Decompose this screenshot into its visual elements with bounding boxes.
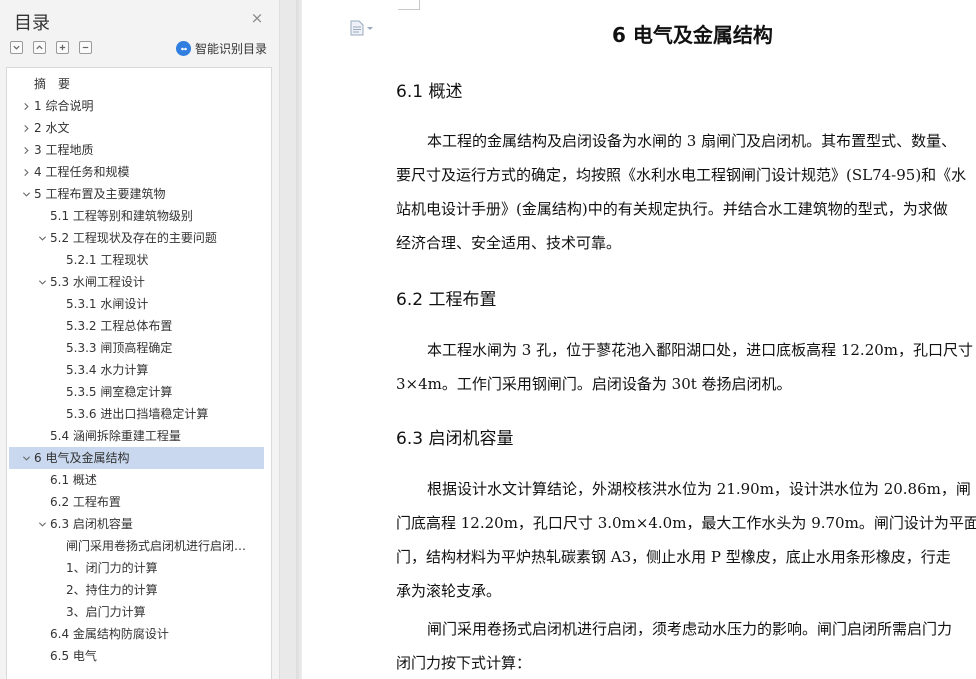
chevron-right-icon[interactable] xyxy=(20,117,32,139)
smart-toc-label: 智能识别目录 xyxy=(195,42,268,56)
toc-item[interactable]: 6.3 启闭机容量 xyxy=(9,513,264,535)
paragraph-line: 本工程的金属结构及启闭设备为水闸的 3 扇闸门及启闭机。其布置型式、数量、 xyxy=(427,132,957,150)
paragraph-line: 经济合理、安全适用、技术可靠。 xyxy=(396,234,622,252)
toc-item-label: 闸门采用卷扬式启闭机进行启闭，须考虑动水压力的影响。 xyxy=(66,539,256,553)
toc-item[interactable]: 5.3.4 水力计算 xyxy=(9,359,264,381)
toc-item-label: 1、闭门力的计算 xyxy=(66,561,158,575)
paragraph-line: 本工程水闸为 3 孔，位于蓼花池入鄱阳湖口处，进口底板高程 12.20m，孔口尺… xyxy=(427,341,974,359)
toc-item-label: 6.5 电气 xyxy=(50,649,97,663)
document-content: 6 电气及金属结构 6.1 概述本工程的金属结构及启闭设备为水闸的 3 扇闸门及启… xyxy=(302,0,976,679)
toc-item-label: 5.3.4 水力计算 xyxy=(66,363,149,377)
toc-item-label: 5.2 工程现状及存在的主要问题 xyxy=(50,231,217,245)
toc-item-label: 5.3.3 闸顶高程确定 xyxy=(66,341,173,355)
paragraph-line: 要尺寸及运行方式的确定，均按照《水利水电工程钢闸门设计规范》(SL74-95)和… xyxy=(396,166,967,184)
toc-item-label: 5.3.2 工程总体布置 xyxy=(66,319,173,333)
toc-item-label: 3、启门力计算 xyxy=(66,605,146,619)
paragraph-line: 闭门力按下式计算： xyxy=(396,654,532,672)
toc-tree: 摘 要 1 综合说明 2 水文 3 工程地质 4 工程任务和规模 5 工程布置及主要建筑物… xyxy=(6,67,272,679)
close-icon[interactable]: × xyxy=(249,10,265,26)
toc-item-label: 5.1 工程等别和建筑物级别 xyxy=(50,209,193,223)
chevron-right-icon[interactable] xyxy=(20,161,32,183)
toc-item-label: 6 电气及金属结构 xyxy=(34,451,130,465)
toc-item[interactable]: 5.2 工程现状及存在的主要问题 xyxy=(9,227,264,249)
chevron-down-icon[interactable] xyxy=(36,513,48,535)
toc-item-label: 5.3 水闸工程设计 xyxy=(50,275,145,289)
toc-title: 目录 xyxy=(14,13,50,34)
toc-item[interactable]: 3、启门力计算 xyxy=(9,601,264,623)
chevron-down-icon[interactable] xyxy=(36,271,48,293)
toc-item[interactable]: 5.3.6 进出口挡墙稳定计算 xyxy=(9,403,264,425)
expand-up-icon[interactable] xyxy=(33,41,46,54)
toc-item-label: 5.3.1 水闸设计 xyxy=(66,297,149,311)
paragraph-line: 门，结构材料为平炉热轧碳素钢 A3，侧止水用 P 型橡皮，底止水用条形橡皮，行走 xyxy=(396,548,951,566)
smart-toc-button[interactable]: 智能识别目录 xyxy=(176,40,267,57)
toc-item[interactable]: 6.5 电气 xyxy=(9,645,264,667)
toc-item-label: 5 工程布置及主要建筑物 xyxy=(34,187,166,201)
chevron-down-icon[interactable] xyxy=(36,227,48,249)
chevron-right-icon[interactable] xyxy=(20,139,32,161)
toc-item-label: 5.3.6 进出口挡墙稳定计算 xyxy=(66,407,209,421)
toc-item[interactable]: 5.4 涵闸拆除重建工程量 xyxy=(9,425,264,447)
paragraph-line: 闸门采用卷扬式启闭机进行启闭，须考虑动水压力的影响。闸门启闭所需启门力 xyxy=(427,620,953,638)
toc-item-label: 6.4 金属结构防腐设计 xyxy=(50,627,169,641)
toc-item[interactable]: 5.2.1 工程现状 xyxy=(9,249,264,271)
paragraph-line: 根据设计水文计算结论，外湖校核洪水位为 21.90m，设计洪水位为 20.86m… xyxy=(427,480,971,498)
toc-item[interactable]: 2 水文 xyxy=(9,117,264,139)
document-page[interactable]: 6 电气及金属结构 6.1 概述本工程的金属结构及启闭设备为水闸的 3 扇闸门及启… xyxy=(302,0,976,679)
toc-item[interactable]: 5.3.5 闸室稳定计算 xyxy=(9,381,264,403)
toc-item-label: 6.1 概述 xyxy=(50,473,97,487)
toc-item[interactable]: 6 电气及金属结构 xyxy=(9,447,264,469)
toc-item[interactable]: 2、持住力的计算 xyxy=(9,579,264,601)
toc-item-label: 摘 要 xyxy=(34,77,71,91)
paragraph-line: 承为滚轮支承。 xyxy=(396,582,502,600)
toc-item[interactable]: 5.3.1 水闸设计 xyxy=(9,293,264,315)
toc-item-label: 3 工程地质 xyxy=(34,143,94,157)
toc-item[interactable]: 3 工程地质 xyxy=(9,139,264,161)
toc-item-label: 6.2 工程布置 xyxy=(50,495,121,509)
toc-item[interactable]: 闸门采用卷扬式启闭机进行启闭，须考虑动水压力的影响。 xyxy=(9,535,264,557)
toc-item-label: 4 工程任务和规模 xyxy=(34,165,130,179)
toc-item-label: 6.3 启闭机容量 xyxy=(50,517,133,531)
toc-item[interactable]: 6.1 概述 xyxy=(9,469,264,491)
toc-sidebar: 目录 × 智能识别目录 摘 要 1 综合说明 2 水文 3 工程地质 4 工程任务和规模… xyxy=(0,0,280,679)
chevron-down-icon[interactable] xyxy=(20,447,32,469)
toc-item[interactable]: 5.3 水闸工程设计 xyxy=(9,271,264,293)
chevron-right-icon[interactable] xyxy=(20,95,32,117)
section-heading: 6.2 工程布置 xyxy=(396,290,497,310)
toc-item-label: 5.4 涵闸拆除重建工程量 xyxy=(50,429,181,443)
toc-item[interactable]: 5.1 工程等别和建筑物级别 xyxy=(9,205,264,227)
paragraph-line: 站机电设计手册》(金属结构)中的有关规定执行。并结合水工建筑物的型式，为求做 xyxy=(396,200,948,218)
toc-item-label: 5.2.1 工程现状 xyxy=(66,253,149,267)
toc-item[interactable]: 4 工程任务和规模 xyxy=(9,161,264,183)
toc-item[interactable]: 1 综合说明 xyxy=(9,95,264,117)
toc-item-label: 1 综合说明 xyxy=(34,99,94,113)
toc-item-label: 2、持住力的计算 xyxy=(66,583,158,597)
toc-item[interactable]: 摘 要 xyxy=(9,73,264,95)
chevron-down-icon[interactable] xyxy=(20,183,32,205)
remove-level-icon[interactable] xyxy=(79,41,92,54)
paragraph-line: 3×4m。工作门采用钢闸门。启闭设备为 30t 卷扬启闭机。 xyxy=(396,375,792,393)
paragraph-line: 门底高程 12.20m，孔口尺寸 3.0m×4.0m，最大工作水头为 9.70m… xyxy=(396,514,976,532)
smart-recognize-icon xyxy=(176,41,191,56)
section-heading: 6.3 启闭机容量 xyxy=(396,429,514,449)
document-area: 6 电气及金属结构 6.1 概述本工程的金属结构及启闭设备为水闸的 3 扇闸门及启… xyxy=(281,0,976,679)
toc-item[interactable]: 5.3.2 工程总体布置 xyxy=(9,315,264,337)
toc-item[interactable]: 5.3.3 闸顶高程确定 xyxy=(9,337,264,359)
toc-item[interactable]: 6.4 金属结构防腐设计 xyxy=(9,623,264,645)
section-heading: 6.1 概述 xyxy=(396,82,463,102)
toc-toolbar xyxy=(10,41,92,54)
collapse-all-icon[interactable] xyxy=(10,41,23,54)
toc-item-label: 2 水文 xyxy=(34,121,70,135)
toc-item[interactable]: 1、闭门力的计算 xyxy=(9,557,264,579)
add-level-icon[interactable] xyxy=(56,41,69,54)
toc-item[interactable]: 6.2 工程布置 xyxy=(9,491,264,513)
document-heading: 6 电气及金属结构 xyxy=(612,23,773,47)
toc-item-label: 5.3.5 闸室稳定计算 xyxy=(66,385,173,399)
toc-item[interactable]: 5 工程布置及主要建筑物 xyxy=(9,183,264,205)
